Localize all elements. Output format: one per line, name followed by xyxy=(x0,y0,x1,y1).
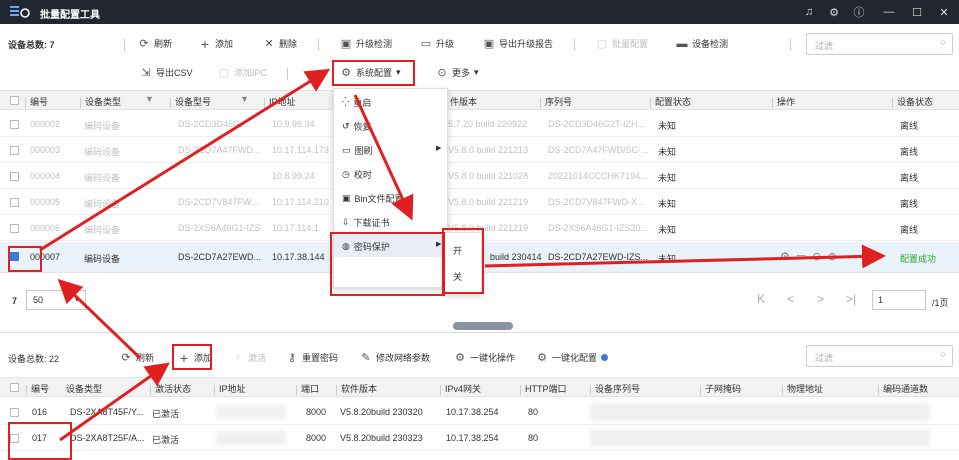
annotation-arrows xyxy=(39,68,886,442)
